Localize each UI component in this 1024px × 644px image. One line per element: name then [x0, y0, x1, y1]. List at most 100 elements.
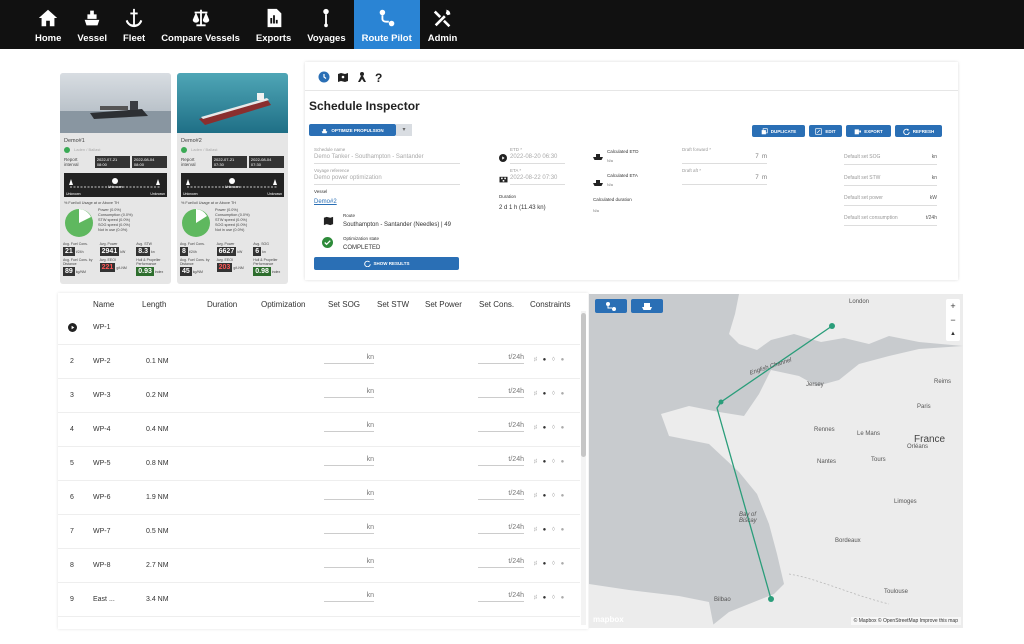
date-to[interactable]: 2022-08-04 08:00 — [131, 156, 167, 168]
nav-vessel[interactable]: Vessel — [69, 0, 115, 49]
zoom-out-button[interactable]: − — [946, 313, 960, 327]
table-row[interactable]: 5 WP-5 0.8 NM kn t/24h ♯ ● ◊ ● — [58, 447, 580, 481]
eta-field[interactable]: ETA * 2022-08-22 07:30 — [510, 168, 565, 185]
set-sog-input[interactable]: kn — [324, 456, 374, 466]
default-power-field[interactable]: Default set power kW — [844, 195, 937, 206]
map-attribution[interactable]: © Mapbox © OpenStreetMap Improve this ma… — [850, 617, 961, 625]
nav-home[interactable]: Home — [27, 0, 69, 49]
default-stw-field[interactable]: Default set STW kn — [844, 175, 937, 186]
set-cons-input[interactable]: t/24h — [478, 490, 524, 500]
col-set-stw[interactable]: Set STW — [377, 300, 409, 309]
date-to[interactable]: 2022-08-04 07:30 — [248, 156, 284, 168]
set-cons-input[interactable]: t/24h — [478, 354, 524, 364]
show-results-button[interactable]: SHOW RESULTS — [314, 257, 459, 270]
constraint-icons[interactable]: ♯ ● ◊ ● — [534, 391, 566, 397]
wp-length: 0.8 NM — [146, 460, 169, 467]
people-icon[interactable] — [356, 71, 368, 83]
stat-power: Avg. Power 2941 kW — [99, 242, 126, 256]
table-row[interactable]: 4 WP-4 0.4 NM kn t/24h ♯ ● ◊ ● — [58, 413, 580, 447]
scrollbar-thumb[interactable] — [581, 313, 586, 457]
constraint-icons[interactable]: ♯ ● ◊ ● — [534, 595, 566, 601]
mapbox-logo[interactable]: mapbox — [593, 615, 624, 624]
nav-route-pilot[interactable]: Route Pilot — [353, 0, 420, 49]
refresh-button[interactable]: REFRESH — [895, 125, 942, 137]
schedule-name-field[interactable]: Schedule name Demo Tanker - Southampton -… — [314, 147, 460, 164]
col-name[interactable]: Name — [93, 300, 114, 309]
file-chart-icon — [267, 8, 281, 28]
constraint-icons[interactable]: ♯ ● ◊ ● — [534, 561, 566, 567]
route-map[interactable]: + − ▲ London English Channel Jersey Pari… — [589, 294, 963, 628]
waypoint-marker[interactable] — [768, 596, 774, 602]
constraint-icons[interactable]: ♯ ● ◊ ● — [534, 459, 566, 465]
duplicate-button[interactable]: DUPLICATE — [752, 125, 805, 137]
set-sog-input[interactable]: kn — [324, 592, 374, 602]
scrollbar[interactable] — [581, 311, 586, 625]
help-icon[interactable]: ? — [375, 71, 382, 85]
etd-field[interactable]: ETD * 2022-08-20 06:30 — [510, 147, 565, 164]
export-button[interactable]: EXPORT — [846, 125, 891, 137]
anchor-icon — [125, 8, 143, 28]
map-route-icon[interactable] — [337, 71, 349, 83]
set-cons-input[interactable]: t/24h — [478, 422, 524, 432]
col-duration[interactable]: Duration — [207, 300, 237, 309]
table-row[interactable]: 3 WP-3 0.2 NM kn t/24h ♯ ● ◊ ● — [58, 379, 580, 413]
constraint-icons[interactable]: ♯ ● ◊ ● — [534, 527, 566, 533]
nav-admin[interactable]: Admin — [420, 0, 466, 49]
edit-icon — [815, 127, 823, 135]
route-map-button[interactable] — [595, 299, 627, 313]
default-consumption-field[interactable]: Default set consumption t/24h — [844, 215, 937, 226]
table-row[interactable]: 8 WP-8 2.7 NM kn t/24h ♯ ● ◊ ● — [58, 549, 580, 583]
stat-hull-performance: Hull & Propeller Performance 0.93 index — [136, 258, 164, 276]
compass-button[interactable]: ▲ — [946, 327, 960, 341]
table-row[interactable]: 6 WP-6 1.9 NM kn t/24h ♯ ● ◊ ● — [58, 481, 580, 515]
col-set-cons[interactable]: Set Cons. — [479, 300, 514, 309]
set-cons-input[interactable]: t/24h — [478, 524, 524, 534]
constraint-icons[interactable]: ♯ ● ◊ ● — [534, 425, 566, 431]
optimize-dropdown-toggle[interactable]: ▾ — [396, 124, 412, 136]
table-row[interactable]: 9 East ... 3.4 NM kn t/24h ♯ ● ◊ ● — [58, 583, 580, 617]
col-set-power[interactable]: Set Power — [425, 300, 462, 309]
vessel-map-button[interactable] — [631, 299, 663, 313]
col-length[interactable]: Length — [142, 300, 166, 309]
vessel-card[interactable]: Demo#1 Laden / Ballast Report interval 2… — [60, 73, 171, 284]
date-from[interactable]: 2022-07-21 08:00 — [94, 156, 130, 168]
nav-fleet[interactable]: Fleet — [115, 0, 153, 49]
col-optimization[interactable]: Optimization — [261, 300, 305, 309]
col-constraints[interactable]: Constraints — [530, 300, 570, 309]
nav-exports[interactable]: Exports — [248, 0, 299, 49]
clock-icon[interactable] — [318, 71, 330, 83]
default-sog-field[interactable]: Default set SOG kn — [844, 154, 937, 165]
optimize-propulsion-button[interactable]: OPTIMIZE PROPULSION — [309, 124, 396, 136]
table-row[interactable]: WP-1 — [58, 311, 580, 345]
table-row[interactable]: 2 WP-2 0.1 NM kn t/24h ♯ ● ◊ ● — [58, 345, 580, 379]
wp-name: WP-6 — [93, 494, 111, 501]
edit-button[interactable]: EDIT — [809, 125, 842, 137]
date-from[interactable]: 2022-07-21 07:30 — [211, 156, 247, 168]
set-sog-input[interactable]: kn — [324, 388, 374, 398]
inspector-toolbar: ? — [318, 71, 382, 85]
set-sog-input[interactable]: kn — [324, 558, 374, 568]
draft-aft-field[interactable]: Draft aft * 7 m — [682, 168, 767, 185]
set-cons-input[interactable]: t/24h — [478, 558, 524, 568]
constraint-icons[interactable]: ♯ ● ◊ ● — [534, 357, 566, 363]
vessel-link[interactable]: Demo#2 — [314, 199, 337, 205]
set-sog-input[interactable]: kn — [324, 422, 374, 432]
set-cons-input[interactable]: t/24h — [478, 388, 524, 398]
voyage-reference-field[interactable]: Voyage reference Demo power optimization — [314, 168, 460, 185]
zoom-in-button[interactable]: + — [946, 299, 960, 313]
waypoint-marker[interactable] — [829, 323, 835, 329]
table-row[interactable]: 7 WP-7 0.5 NM kn t/24h ♯ ● ◊ ● — [58, 515, 580, 549]
set-cons-input[interactable]: t/24h — [478, 456, 524, 466]
set-sog-input[interactable]: kn — [324, 490, 374, 500]
set-sog-input[interactable]: kn — [324, 354, 374, 364]
set-sog-input[interactable]: kn — [324, 524, 374, 534]
constraint-icons[interactable]: ♯ ● ◊ ● — [534, 493, 566, 499]
nav-compare-vessels[interactable]: Compare Vessels — [153, 0, 248, 49]
draft-forward-field[interactable]: Draft forward * 7 m — [682, 147, 767, 164]
col-set-sog[interactable]: Set SOG — [328, 300, 360, 309]
vessel-card[interactable]: Demo#2 Laden / Ballast Report interval 2… — [177, 73, 288, 284]
waypoint-marker[interactable] — [718, 399, 724, 405]
nav-voyages[interactable]: Voyages — [299, 0, 353, 49]
set-cons-input[interactable]: t/24h — [478, 592, 524, 602]
wp-name: WP-5 — [93, 460, 111, 467]
